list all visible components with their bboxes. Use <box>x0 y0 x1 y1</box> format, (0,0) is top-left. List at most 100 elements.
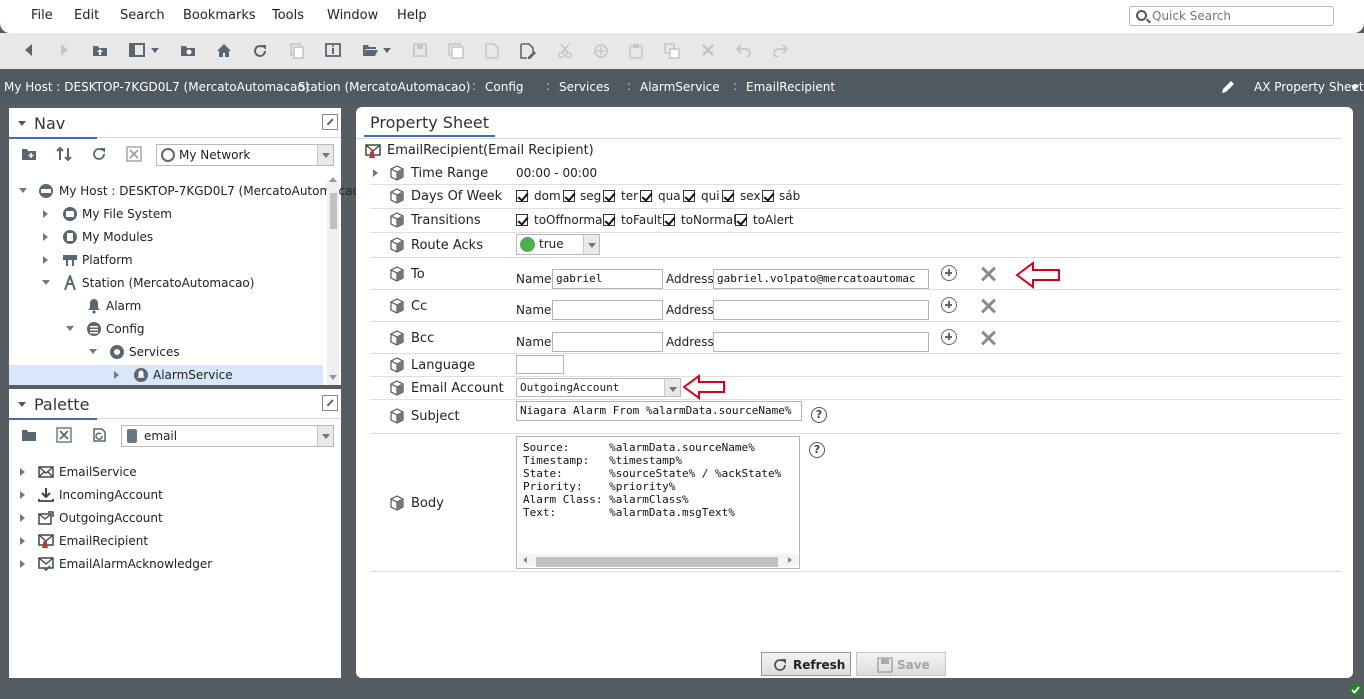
body-textarea[interactable]: Source: %alarmData.sourceName% Timestamp… <box>516 436 800 569</box>
tree-item-services[interactable]: Services <box>9 342 327 362</box>
expand-chevron-icon[interactable] <box>43 210 48 218</box>
expand-chevron-icon[interactable] <box>89 349 97 354</box>
checkbox-dom[interactable] <box>516 190 528 202</box>
expand-chevron-icon[interactable] <box>20 491 25 499</box>
bcc-address-input[interactable] <box>713 332 929 352</box>
close-palette-icon[interactable] <box>54 427 74 447</box>
cc-address-input[interactable] <box>713 300 929 320</box>
palette-module-dropdown[interactable]: email <box>121 425 334 447</box>
tree-item-station[interactable]: Station (MercatoAutomacao) <box>9 273 327 293</box>
menu-bookmarks[interactable]: Bookmarks <box>183 8 256 23</box>
locator-services[interactable]: Services <box>559 80 610 94</box>
menu-tools[interactable]: Tools <box>272 8 304 23</box>
copy-icon[interactable] <box>287 41 307 61</box>
save-icon[interactable] <box>410 41 430 61</box>
tree-item-alarm[interactable]: Alarm <box>9 296 327 316</box>
remove-icon[interactable] <box>979 297 997 315</box>
redo-icon[interactable] <box>770 41 790 61</box>
expand-chevron-icon[interactable] <box>20 560 25 568</box>
checkbox-sab[interactable] <box>762 190 774 202</box>
palette-item-emailalarmacknowledger[interactable]: EmailAlarmAcknowledger <box>9 554 329 574</box>
collapse-chevron-icon[interactable] <box>18 402 26 407</box>
properties-icon[interactable] <box>323 41 343 61</box>
menu-file[interactable]: File <box>31 8 53 23</box>
up-level-icon[interactable] <box>90 41 110 61</box>
nav-scrollbar[interactable] <box>327 177 339 385</box>
add-icon[interactable] <box>941 265 957 281</box>
scroll-up-icon[interactable] <box>329 177 337 182</box>
menu-help[interactable]: Help <box>397 8 427 23</box>
locator-config[interactable]: Config <box>485 80 524 94</box>
scroll-thumb[interactable] <box>330 193 337 229</box>
route-acks-dropdown[interactable]: true <box>516 234 600 255</box>
remove-icon[interactable] <box>979 265 997 283</box>
remove-icon[interactable] <box>979 329 997 347</box>
subject-input[interactable]: Niagara Alarm From %alarmData.sourceName… <box>516 401 802 421</box>
scroll-right-icon[interactable] <box>788 557 792 563</box>
palette-item-outgoingaccount[interactable]: OutgoingAccount <box>9 508 329 528</box>
scroll-down-icon[interactable] <box>329 375 337 380</box>
open-palette-icon[interactable] <box>19 427 39 447</box>
to-name-input[interactable]: gabriel <box>552 269 663 289</box>
locator-host[interactable]: My Host : DESKTOP-7KGD0L7 (MercatoAutoma… <box>4 80 310 94</box>
save-all-icon[interactable] <box>446 41 466 61</box>
checkbox-to-fault[interactable] <box>603 214 615 226</box>
palette-item-incomingaccount[interactable]: IncomingAccount <box>9 485 329 505</box>
tree-item-modules[interactable]: My Modules <box>9 227 327 247</box>
checkbox-sex[interactable] <box>722 190 734 202</box>
export-icon[interactable] <box>482 41 502 61</box>
network-dropdown[interactable]: My Network <box>156 144 334 166</box>
menu-window[interactable]: Window <box>327 8 378 23</box>
time-range-value[interactable]: 00:00 - 00:00 <box>516 166 597 180</box>
add-icon[interactable] <box>941 329 957 345</box>
forward-icon[interactable] <box>54 41 74 61</box>
refresh-tree-icon[interactable] <box>89 146 109 166</box>
expand-chevron-icon[interactable] <box>373 169 378 177</box>
edit-icon[interactable] <box>518 41 538 61</box>
checkbox-to-normal[interactable] <box>663 214 675 226</box>
language-input[interactable] <box>516 355 564 374</box>
expand-chevron-icon[interactable] <box>19 188 27 193</box>
delete-icon[interactable] <box>698 41 718 61</box>
console-icon[interactable] <box>178 41 198 61</box>
locator-alarmservice[interactable]: AlarmService <box>640 80 720 94</box>
body-horizontal-scrollbar[interactable] <box>518 554 798 567</box>
side-bar-dropdown-icon[interactable] <box>148 41 162 61</box>
open-dropdown-icon[interactable] <box>380 41 394 61</box>
checkbox-qua[interactable] <box>640 190 652 202</box>
locator-emailrecipient[interactable]: EmailRecipient <box>746 80 835 94</box>
copy-to-icon[interactable] <box>591 41 611 61</box>
add-icon[interactable] <box>941 297 957 313</box>
save-button[interactable]: Save <box>856 652 946 676</box>
checkbox-seg[interactable] <box>563 190 575 202</box>
help-icon[interactable]: ? <box>809 442 825 458</box>
help-icon[interactable]: ? <box>811 407 827 423</box>
expand-chevron-icon[interactable] <box>20 537 25 545</box>
tree-item-platform[interactable]: Platform <box>9 250 327 270</box>
quick-search-box[interactable] <box>1129 6 1334 26</box>
checkbox-ter[interactable] <box>603 190 615 202</box>
collapse-chevron-icon[interactable] <box>18 121 26 126</box>
tree-item-alarmservice[interactable]: AlarmService <box>9 365 323 385</box>
sort-icon[interactable] <box>54 146 74 166</box>
expand-chevron-icon[interactable] <box>20 468 25 476</box>
cc-name-input[interactable] <box>552 300 663 320</box>
tree-item-file-system[interactable]: My File System <box>9 204 327 224</box>
menu-edit[interactable]: Edit <box>74 8 99 23</box>
pencil-icon[interactable] <box>1220 79 1236 98</box>
back-icon[interactable] <box>19 41 39 61</box>
view-selector-chevron-icon[interactable] <box>1351 85 1359 90</box>
duplicate-icon[interactable] <box>662 41 682 61</box>
close-tree-icon[interactable] <box>124 146 144 166</box>
cut-icon[interactable] <box>555 41 575 61</box>
side-bar-icon[interactable] <box>127 41 147 61</box>
tab-property-sheet[interactable]: Property Sheet <box>364 109 496 137</box>
refresh-palette-icon[interactable] <box>89 427 109 447</box>
expand-chevron-icon[interactable] <box>20 514 25 522</box>
tree-item-host[interactable]: My Host : DESKTOP-7KGD0L7 (MercatoAutoma… <box>9 181 365 201</box>
checkbox-to-offnormal[interactable] <box>516 214 528 226</box>
view-selector[interactable]: AX Property Sheet <box>1254 80 1364 94</box>
scroll-left-icon[interactable] <box>523 557 527 563</box>
checkbox-to-alert[interactable] <box>735 214 747 226</box>
new-folder-icon[interactable] <box>19 146 39 166</box>
